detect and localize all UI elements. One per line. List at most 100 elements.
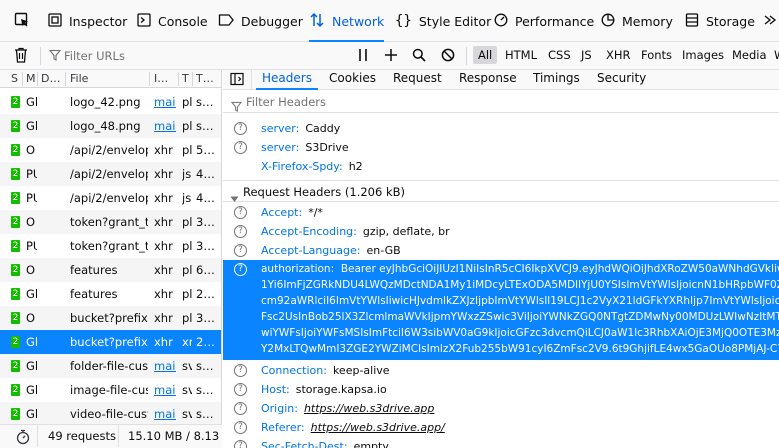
request-row[interactable]: 2 Gl bucket?prefix=& xhrxr 2… [0,330,221,354]
header-row[interactable]: ? Accept: */* [223,203,779,222]
request-method: Gl [26,335,37,349]
request-file: features [70,287,118,301]
status-badge: 2 [11,168,20,180]
header-value: keep-alive [332,364,390,377]
request-headers-title: Request Headers (1.206 kB) [243,185,405,199]
status-badge: 2 [11,336,20,348]
status-badge: 2 [11,360,20,372]
column-header-domain[interactable]: D… [41,72,60,85]
request-type: xr [182,335,192,349]
type-filter-all[interactable]: All [473,46,498,64]
referer-link[interactable]: https://web.s3drive.app/ [311,421,445,434]
origin-link[interactable]: https://web.s3drive.app [304,402,434,415]
authorization-header-row[interactable]: ? authorization: Bearer eyJhbGciOiJIUzI1… [223,260,779,360]
type-filter-images[interactable]: Images [677,46,729,64]
request-row[interactable]: 2 Gl logo_48.png mainpl s… [0,114,221,138]
pause-icon [356,49,370,67]
pause-button[interactable] [356,47,370,67]
request-row[interactable]: 2Obucket?prefix=& xhrpl 3… [0,306,221,330]
add-request-button[interactable] [384,48,398,65]
tab-performance[interactable]: Performance [494,0,594,42]
type-filter-ws[interactable]: W [769,46,779,64]
request-row[interactable]: 2 PU/api/2/envelope xhrjs 4… [0,162,221,186]
column-header-status[interactable]: S [11,72,18,85]
request-row[interactable]: 2 Gl image-file-custo mainsv s… [0,378,221,402]
storage-icon [685,12,699,30]
type-filter-html[interactable]: HTML [500,46,542,64]
tab-style-editor[interactable]: {} Style Editor [395,0,491,42]
header-value: gzip, deflate, br [362,225,450,238]
request-details-panel: Headers Cookies Request Response Timings… [223,70,779,448]
request-initiator: xhr [154,311,173,325]
request-transferred: s… [196,407,214,421]
request-row[interactable]: 2 Ofeatures xhr pl 6… [0,258,221,282]
header-row[interactable]: ? server: S3Drive [223,138,779,157]
request-initiator: main [154,407,176,421]
header-value: storage.kapsa.io [295,383,387,396]
tab-timings[interactable]: Timings [533,70,580,89]
header-row[interactable]: ? Host: storage.kapsa.io [223,380,779,399]
tab-network[interactable]: Network [309,0,385,42]
column-header-type[interactable]: T [182,72,189,85]
more-tools-button[interactable] [763,0,779,42]
type-filter-js[interactable]: JS [576,46,597,64]
tab-inspector[interactable]: Inspector [48,0,127,42]
tab-security[interactable]: Security [597,70,646,89]
filter-urls-input[interactable]: Filter URLs [64,42,344,70]
request-row[interactable]: 2O/api/2/envelope xhrpl 5… [0,138,221,162]
header-row[interactable]: ? Sec-Fetch-Dest: empty [223,437,779,448]
column-header-transferred[interactable]: T… [196,72,214,85]
devtools-toolbar: Inspector Console Debugger Network {} St… [0,0,779,42]
tab-memory[interactable]: Memory [601,0,673,42]
header-name: Origin: [261,402,298,415]
transfer-size: 15.10 MB / 8.13 MB [128,429,222,443]
status-badge: 2 [11,312,20,324]
debugger-icon [218,13,234,30]
column-header-initiator[interactable]: I… [154,72,168,85]
header-name: Sec-Fetch-Dest: [261,440,348,448]
request-headers-section-toggle[interactable]: Request Headers (1.206 kB) [223,180,779,202]
help-icon: ? [234,263,247,276]
status-badge: 2 [11,264,20,276]
request-method: O [26,143,36,157]
header-row[interactable]: X-Firefox-Spdy: h2 [223,157,779,176]
block-button[interactable] [441,48,455,65]
tab-headers[interactable]: Headers [256,70,318,90]
request-row[interactable]: 2Otoken?grant_typ xhrpl 3… [0,210,221,234]
header-row[interactable]: ? Accept-Encoding: gzip, deflate, br [223,222,779,241]
style-editor-icon: {} [395,13,412,29]
search-button[interactable] [412,48,426,65]
type-filter-fonts[interactable]: Fonts [636,46,677,64]
header-row[interactable]: ? server: Caddy [223,119,779,138]
header-row[interactable]: ? Referer: https://web.s3drive.app/ [223,418,779,437]
clear-requests-button[interactable] [14,47,28,66]
request-row[interactable]: 2 PU/api/2/envelope xhrjs 4… [0,186,221,210]
header-row[interactable]: ? Origin: https://web.s3drive.app [223,399,779,418]
request-row[interactable]: 2 Gl features xhr pl 2… [0,282,221,306]
request-type: pl [182,215,192,229]
header-value: S3Drive [305,141,349,154]
request-row[interactable]: 2 PU token?grant_typ xhrpl 3… [0,234,221,258]
tab-request[interactable]: Request [393,70,442,89]
request-transferred: 4… [196,191,215,205]
column-header-file[interactable]: File [70,72,88,85]
tab-cookies[interactable]: Cookies [329,70,376,89]
tab-console[interactable]: Console [137,0,208,42]
header-row[interactable]: ? Connection: keep-alive [223,361,779,380]
toggle-sidebar-button[interactable] [230,72,244,89]
request-row[interactable]: 2 Gl logo_42.png mainpl s… [0,90,221,114]
type-filter-media[interactable]: Media [727,46,772,64]
request-row[interactable]: 2 Gl folder-file-custo mainsv s… [0,354,221,378]
filter-headers-input[interactable]: Filter Headers [246,91,546,113]
column-header-method[interactable]: M [26,72,36,85]
tab-storage[interactable]: Storage [685,0,755,42]
header-row[interactable]: ? Accept-Language: en-GB [223,241,779,260]
tab-storage-label: Storage [706,13,755,29]
request-row[interactable]: 2 Gl video-file-custor mainsv s… [0,402,221,426]
pick-element-button[interactable] [14,0,37,42]
type-filter-css[interactable]: CSS [543,46,576,64]
request-file: image-file-custo [70,383,148,397]
type-filter-xhr[interactable]: XHR [601,46,636,64]
tab-response[interactable]: Response [459,70,517,89]
tab-debugger[interactable]: Debugger [218,0,303,42]
